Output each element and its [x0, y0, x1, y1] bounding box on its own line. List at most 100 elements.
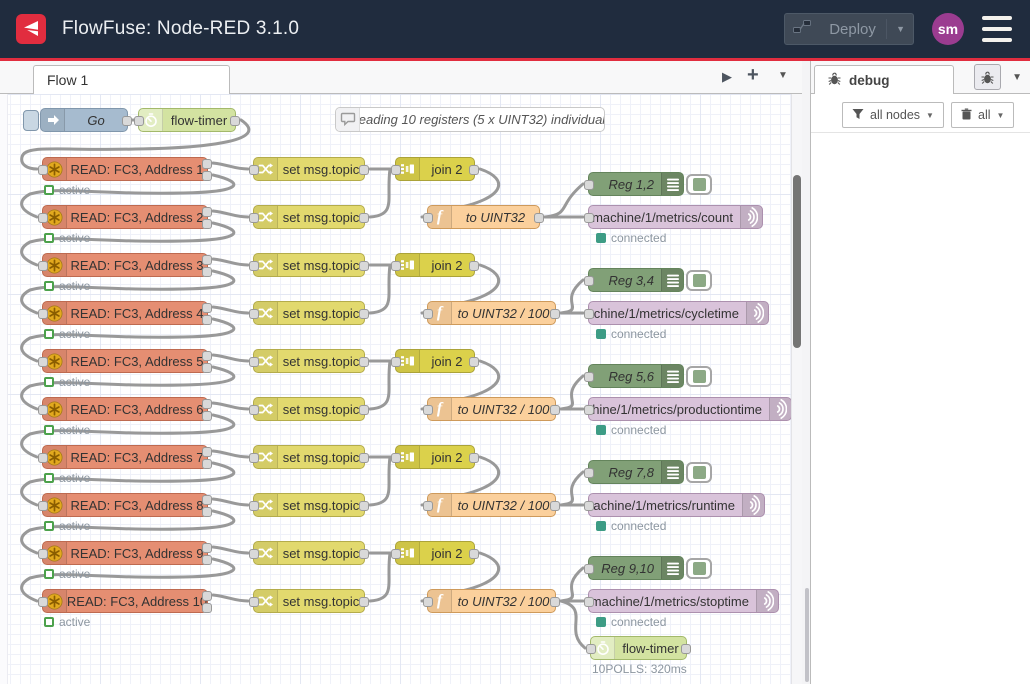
- debug-filter-nodes-button[interactable]: all nodes ▼: [842, 102, 944, 128]
- wire-read8-set8[interactable]: [213, 499, 248, 505]
- port-in[interactable]: [391, 165, 401, 175]
- flow-list-caret-icon[interactable]: ▼: [778, 70, 788, 81]
- port-in[interactable]: [391, 261, 401, 271]
- node-join4[interactable]: join 2: [395, 445, 475, 469]
- deploy-button[interactable]: Deploy ▼: [784, 13, 914, 45]
- port-in[interactable]: [249, 597, 259, 607]
- port-in[interactable]: [249, 213, 259, 223]
- port-out-2[interactable]: [202, 603, 212, 613]
- port-out-1[interactable]: [202, 495, 212, 505]
- port-out[interactable]: [359, 357, 369, 367]
- wire-read3-set3[interactable]: [213, 259, 248, 265]
- tab-flow-1[interactable]: Flow 1: [33, 65, 230, 94]
- node-reg4[interactable]: Reg 7,8: [588, 460, 684, 484]
- port-out-2[interactable]: [202, 315, 212, 325]
- wire-read6-set6[interactable]: [213, 403, 248, 409]
- tab-debug[interactable]: debug: [814, 65, 954, 94]
- node-fn5[interactable]: fto UINT32 / 100: [427, 589, 556, 613]
- port-in[interactable]: [38, 357, 48, 367]
- wire-read7-set7[interactable]: [213, 451, 248, 457]
- port-out-1[interactable]: [202, 399, 212, 409]
- flow-canvas[interactable]: Go flow-timer Reading 10 registers (5 x UI…: [0, 94, 802, 684]
- port-in[interactable]: [249, 405, 259, 415]
- port-in[interactable]: [38, 501, 48, 511]
- port-out[interactable]: [359, 309, 369, 319]
- port-out-1[interactable]: [202, 159, 212, 169]
- port-in[interactable]: [586, 644, 596, 654]
- debug-toggle-button[interactable]: [686, 366, 712, 387]
- port-in[interactable]: [584, 309, 594, 319]
- inject-button[interactable]: [23, 110, 39, 131]
- add-flow-icon[interactable]: +: [747, 64, 759, 87]
- port-out-1[interactable]: [202, 591, 212, 601]
- port-out[interactable]: [359, 405, 369, 415]
- port-in[interactable]: [423, 405, 433, 415]
- port-in[interactable]: [38, 165, 48, 175]
- node-reg5[interactable]: Reg 9,10: [588, 556, 684, 580]
- port-in[interactable]: [584, 501, 594, 511]
- deploy-options-caret-icon[interactable]: ▼: [886, 19, 905, 39]
- debug-filter-bug-button[interactable]: [974, 64, 1001, 90]
- sidebar-options-caret-icon[interactable]: ▼: [1012, 72, 1022, 83]
- port-in[interactable]: [38, 309, 48, 319]
- node-fn2[interactable]: fto UINT32 / 100: [427, 301, 556, 325]
- port-out[interactable]: [359, 501, 369, 511]
- port-out[interactable]: [469, 165, 479, 175]
- node-mqtt2[interactable]: machine/1/metrics/cycletime: [588, 301, 769, 325]
- port-out-2[interactable]: [202, 459, 212, 469]
- node-read3[interactable]: READ: FC3, Address 3: [42, 253, 208, 277]
- wire-read2-set2[interactable]: [213, 211, 248, 217]
- port-in[interactable]: [249, 453, 259, 463]
- port-out[interactable]: [359, 597, 369, 607]
- node-read2[interactable]: READ: FC3, Address 2: [42, 205, 208, 229]
- node-timer2[interactable]: flow-timer: [590, 636, 687, 660]
- node-reg2[interactable]: Reg 3,4: [588, 268, 684, 292]
- port-in[interactable]: [423, 501, 433, 511]
- port-out[interactable]: [534, 213, 544, 223]
- port-out-1[interactable]: [202, 543, 212, 553]
- debug-toggle-button[interactable]: [686, 174, 712, 195]
- node-reg3[interactable]: Reg 5,6: [588, 364, 684, 388]
- wire-fn4-reg4[interactable]: [561, 472, 583, 505]
- wire-fn5-reg5[interactable]: [561, 568, 583, 601]
- port-in[interactable]: [38, 261, 48, 271]
- port-out-2[interactable]: [202, 267, 212, 277]
- wire-fn3-reg3[interactable]: [561, 376, 583, 409]
- node-mqtt4[interactable]: machine/1/metrics/runtime: [588, 493, 765, 517]
- port-out[interactable]: [230, 116, 240, 126]
- port-out[interactable]: [550, 597, 560, 607]
- node-comment1[interactable]: Reading 10 registers (5 x UINT32) indivi…: [335, 107, 605, 132]
- node-read5[interactable]: READ: FC3, Address 5: [42, 349, 208, 373]
- wire-set4-join2[interactable]: [370, 265, 390, 313]
- node-read9[interactable]: READ: FC3, Address 9: [42, 541, 208, 565]
- port-in[interactable]: [584, 405, 594, 415]
- port-in[interactable]: [391, 357, 401, 367]
- main-menu-icon[interactable]: [982, 16, 1014, 42]
- port-out[interactable]: [469, 453, 479, 463]
- node-set2[interactable]: set msg.topic: [253, 205, 365, 229]
- port-out-2[interactable]: [202, 171, 212, 181]
- port-in[interactable]: [584, 180, 594, 190]
- port-out-1[interactable]: [202, 303, 212, 313]
- wire-read1-set1[interactable]: [213, 163, 248, 169]
- node-set3[interactable]: set msg.topic: [253, 253, 365, 277]
- port-out-2[interactable]: [202, 411, 212, 421]
- node-read7[interactable]: READ: FC3, Address 7: [42, 445, 208, 469]
- port-out[interactable]: [359, 549, 369, 559]
- node-set7[interactable]: set msg.topic: [253, 445, 365, 469]
- port-out[interactable]: [122, 116, 132, 126]
- node-join2[interactable]: join 2: [395, 253, 475, 277]
- port-in[interactable]: [391, 549, 401, 559]
- port-out[interactable]: [550, 405, 560, 415]
- port-out[interactable]: [359, 261, 369, 271]
- port-in[interactable]: [38, 405, 48, 415]
- port-in[interactable]: [249, 549, 259, 559]
- port-in[interactable]: [423, 597, 433, 607]
- port-out[interactable]: [681, 644, 691, 654]
- node-go[interactable]: Go: [40, 108, 128, 132]
- node-read1[interactable]: READ: FC3, Address 1: [42, 157, 208, 181]
- debug-clear-button[interactable]: all ▼: [951, 102, 1014, 128]
- node-set1[interactable]: set msg.topic: [253, 157, 365, 181]
- port-in[interactable]: [584, 468, 594, 478]
- node-read4[interactable]: READ: FC3, Address 4: [42, 301, 208, 325]
